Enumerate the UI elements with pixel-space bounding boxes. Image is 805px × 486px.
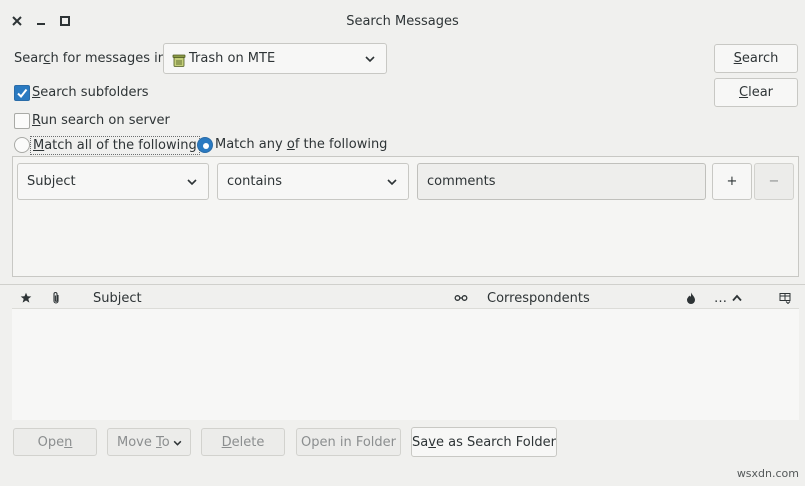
- add-rule-button[interactable]: +: [712, 163, 752, 200]
- divider: [0, 284, 805, 285]
- trash-folder-icon: [172, 54, 186, 67]
- search-subfolders-label: Search subfolders: [32, 85, 149, 100]
- sort-ascending-icon[interactable]: [731, 293, 743, 303]
- open-in-folder-button[interactable]: Open in Folder: [296, 428, 401, 456]
- rule-value-text: comments: [427, 174, 496, 189]
- rule-field-value: Subject: [27, 174, 76, 189]
- thread-column-icon[interactable]: [454, 293, 468, 303]
- rule-operator-select[interactable]: contains: [217, 163, 409, 200]
- watermark: wsxdn.com: [736, 467, 799, 480]
- correspondents-column-header[interactable]: Correspondents: [487, 291, 590, 306]
- run-on-server-label: Run search on server: [32, 113, 170, 128]
- folder-picker[interactable]: Trash on MTE: [163, 43, 387, 74]
- chevron-down-icon: [173, 440, 182, 446]
- attachment-column-icon[interactable]: [50, 291, 62, 305]
- chevron-down-icon: [387, 178, 397, 185]
- rule-field-select[interactable]: Subject: [17, 163, 209, 200]
- run-on-server-checkbox[interactable]: [14, 113, 30, 129]
- subject-column-header[interactable]: Subject: [93, 291, 142, 306]
- clear-button[interactable]: Clear: [714, 78, 798, 107]
- match-all-radio[interactable]: [14, 137, 30, 153]
- open-button[interactable]: Open: [13, 428, 97, 456]
- rule-operator-value: contains: [227, 174, 283, 189]
- remove-rule-button[interactable]: −: [754, 163, 794, 200]
- move-to-button[interactable]: Move To: [107, 428, 191, 456]
- delete-button[interactable]: Delete: [201, 428, 285, 456]
- match-any-label: Match any of the following: [215, 137, 388, 152]
- star-column-icon[interactable]: [20, 292, 32, 304]
- junk-status-column-icon[interactable]: [685, 291, 697, 305]
- save-as-search-folder-button[interactable]: Save as Search Folder: [411, 427, 557, 457]
- match-all-label: Match all of the following: [30, 136, 200, 155]
- checkmark-icon: [17, 88, 28, 99]
- chevron-down-icon: [365, 55, 375, 62]
- column-picker-icon[interactable]: [779, 292, 791, 304]
- window-title: Search Messages: [346, 14, 459, 29]
- search-in-label: Search for messages in:: [14, 51, 171, 66]
- results-list[interactable]: [12, 309, 799, 420]
- folder-picker-value: Trash on MTE: [189, 51, 276, 66]
- search-button[interactable]: Search: [714, 44, 798, 73]
- rule-value-input[interactable]: comments: [417, 163, 706, 200]
- search-subfolders-checkbox[interactable]: [14, 85, 30, 101]
- chevron-down-icon: [187, 178, 197, 185]
- more-columns-header[interactable]: …: [714, 291, 727, 306]
- match-any-radio[interactable]: [197, 137, 213, 153]
